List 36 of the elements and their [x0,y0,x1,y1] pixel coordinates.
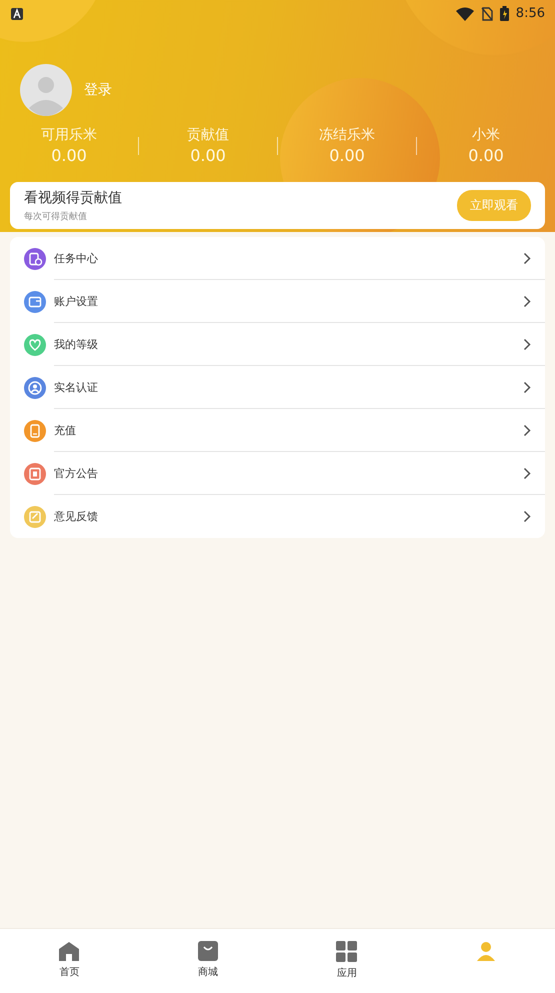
stat-value: 0.00 [468,146,504,165]
home-icon [58,941,80,961]
stat-label: 小米 [472,126,500,144]
chevron-right-icon [523,380,531,394]
chevron-right-icon [523,338,531,350]
chevron-right-icon [523,252,531,264]
card-title: 看视频得贡献值 [24,188,122,206]
grid-icon [336,941,358,962]
menu-item[interactable]: 充值 [54,422,76,438]
menu-item[interactable]: 账户设置 [54,294,98,308]
stat-value: 0.00 [51,146,87,165]
menu-item[interactable]: 实名认证 [54,380,98,394]
menu-item[interactable]: 任务中心 [54,250,98,266]
tab[interactable]: 首页 [0,929,139,993]
tab[interactable]: 应用 [278,929,416,993]
wifi-icon [456,6,474,20]
stat-value: 0.00 [190,146,226,165]
status-time: 8:56 [516,6,545,21]
card-subtitle: 每次可得贡献值 [24,210,88,222]
stat-label: 贡献值 [187,126,229,144]
no-sim-icon [480,6,493,20]
stat-label: 可用乐米 [41,126,97,144]
stat-label: 冻结乐米 [319,126,375,144]
chevron-right-icon [523,294,531,308]
menu-item[interactable]: 意见反馈 [54,509,98,524]
avatar-icon[interactable] [20,64,72,116]
notification-icon [11,8,23,20]
chevron-right-icon [523,466,531,480]
chevron-right-icon [523,424,531,436]
menu-item[interactable]: 我的等级 [54,336,98,352]
tab[interactable]: 商城 [138,929,278,993]
shopping-bag-icon [198,941,218,961]
person-icon [476,941,496,961]
stat-value: 0.00 [329,146,365,165]
chevron-right-icon [523,510,531,523]
menu-item[interactable]: 官方公告 [54,466,98,480]
